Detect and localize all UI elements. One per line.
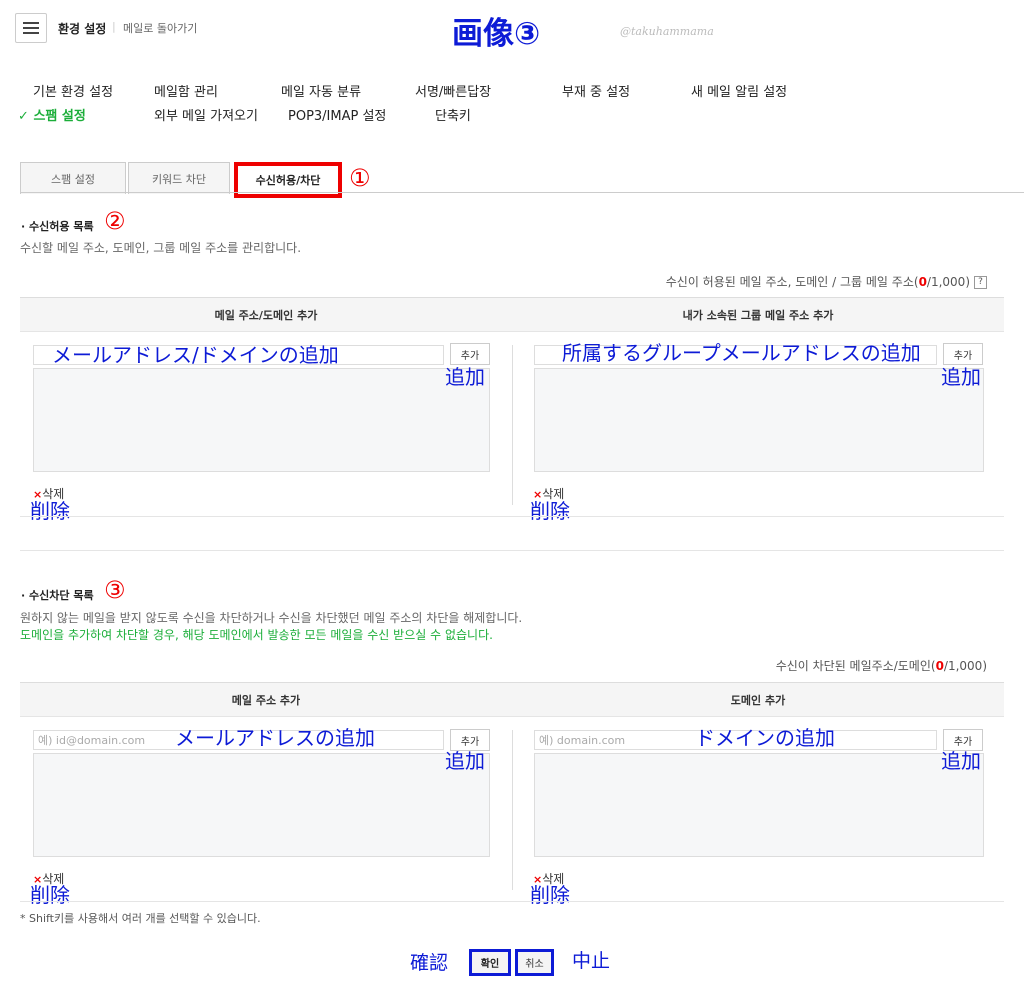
tab-spam-settings[interactable]: 스팸 설정 xyxy=(20,162,126,194)
nav-spam-settings[interactable]: ✓ 스팸 설정 xyxy=(18,105,86,124)
block-column-divider xyxy=(512,730,513,890)
nav-spam-label: 스팸 설정 xyxy=(33,109,86,124)
cancel-button[interactable]: 취소 xyxy=(515,949,554,976)
allow-col-group: 내가 소속된 그룹 메일 주소 추가 xyxy=(682,309,834,322)
block-column-headers: 메일 주소 추가 도메인 추가 xyxy=(20,682,1004,717)
annotation-title: 画像③ xyxy=(452,16,541,52)
annotation-number-1: ① xyxy=(349,164,371,192)
allow-column-divider xyxy=(512,345,513,505)
allow-list-title: · 수신허용 목록 xyxy=(21,220,94,233)
allow-email-add-button[interactable]: 추가 xyxy=(450,343,490,365)
nav-pop3-imap[interactable]: POP3/IMAP 설정 xyxy=(288,105,386,124)
annotation-number-2: ② xyxy=(104,207,126,235)
section-divider xyxy=(20,550,1004,551)
header-separator: | xyxy=(112,20,116,33)
annotation-cancel: 中止 xyxy=(572,950,611,972)
tab-keyword-block[interactable]: 키워드 차단 xyxy=(128,162,230,194)
block-count: 수신이 차단된 메일주소/도메인(0/1,000) xyxy=(775,659,987,673)
confirm-button[interactable]: 확인 xyxy=(469,949,511,976)
allow-count: 수신이 허용된 메일 주소, 도메인 / 그룹 메일 주소(0/1,000)? xyxy=(666,273,987,290)
annotation-allow-group-input: 所属するグループメールアドレスの追加 xyxy=(562,341,921,365)
allow-column-headers: 메일 주소/도메인 추가 내가 소속된 그룹 메일 주소 추가 xyxy=(20,297,1004,332)
nav-auto-sort[interactable]: 메일 자동 분류 xyxy=(281,81,361,100)
hamburger-icon xyxy=(23,22,39,34)
allow-group-add-button[interactable]: 추가 xyxy=(943,343,983,365)
allow-group-list[interactable] xyxy=(534,368,984,472)
nav-mailbox-manage[interactable]: 메일함 관리 xyxy=(154,81,218,100)
nav-external-mail[interactable]: 외부 메일 가져오기 xyxy=(154,105,258,124)
annotation-allow-group-add: 追加 xyxy=(941,365,981,389)
watermark: @takuhammama xyxy=(620,25,714,38)
block-list-title: · 수신차단 목록 xyxy=(21,589,94,602)
annotation-allow-email-input: メールアドレス/ドメインの追加 xyxy=(52,343,339,367)
block-col-email: 메일 주소 추가 xyxy=(231,694,301,707)
allow-col-email-domain: 메일 주소/도메인 추가 xyxy=(214,309,318,322)
annotation-block-email-delete: 削除 xyxy=(30,883,70,907)
annotation-block-domain-add: 追加 xyxy=(941,749,981,773)
block-list-warning: 도메인을 추가하여 차단할 경우, 해당 도메인에서 발송한 모든 메일을 수신… xyxy=(20,628,493,642)
block-col-domain: 도메인 추가 xyxy=(730,694,786,707)
block-domain-list[interactable] xyxy=(534,753,984,857)
block-email-add-button[interactable]: 추가 xyxy=(450,729,490,751)
block-section-bottom-line xyxy=(20,901,1004,902)
block-email-list[interactable] xyxy=(33,753,490,857)
nav-signature[interactable]: 서명/빠른답장 xyxy=(415,81,491,100)
check-icon: ✓ xyxy=(18,109,29,124)
annotation-allow-email-add: 追加 xyxy=(445,365,485,389)
allow-section-bottom-line xyxy=(20,516,1004,517)
help-icon[interactable]: ? xyxy=(974,276,987,289)
annotation-block-email-add: 追加 xyxy=(445,749,485,773)
annotation-number-3: ③ xyxy=(104,576,126,604)
nav-basic-settings[interactable]: 기본 환경 설정 xyxy=(33,81,113,100)
allow-email-list[interactable] xyxy=(33,368,490,472)
nav-shortcuts[interactable]: 단축키 xyxy=(435,105,471,124)
page-title: 환경 설정 xyxy=(58,22,107,36)
allow-list-description: 수신할 메일 주소, 도메인, 그룹 메일 주소를 관리합니다. xyxy=(20,241,302,255)
annotation-confirm: 確認 xyxy=(410,952,449,974)
annotation-block-domain-delete: 削除 xyxy=(530,883,570,907)
menu-button[interactable] xyxy=(15,13,47,43)
annotation-block-email-input: メールアドレスの追加 xyxy=(175,726,375,750)
nav-new-mail-alert[interactable]: 새 메일 알림 설정 xyxy=(691,81,787,100)
block-domain-add-button[interactable]: 추가 xyxy=(943,729,983,751)
annotation-block-domain-input: ドメインの追加 xyxy=(695,726,835,750)
annotation-allow-email-delete: 削除 xyxy=(30,499,70,523)
block-list-description: 원하지 않는 메일을 받지 않도록 수신을 차단하거나 수신을 차단했던 메일 … xyxy=(20,611,523,625)
nav-absence[interactable]: 부재 중 설정 xyxy=(562,81,630,100)
annotation-allow-group-delete: 削除 xyxy=(530,499,570,523)
back-to-mail-link[interactable]: 메일로 돌아가기 xyxy=(123,20,197,36)
tab-divider xyxy=(20,192,1024,193)
shift-select-note: * Shift키를 사용해서 여러 개를 선택할 수 있습니다. xyxy=(20,912,261,925)
